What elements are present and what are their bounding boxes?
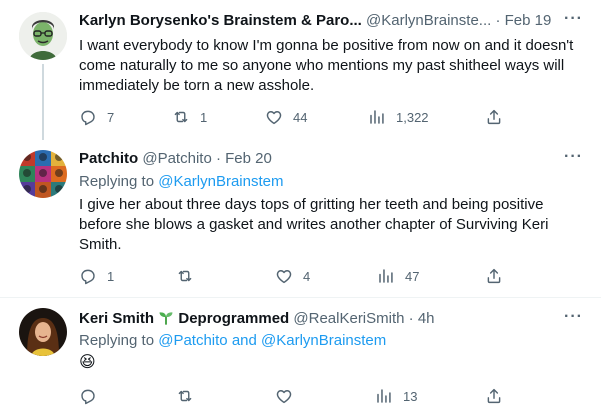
- more-options-button[interactable]: ···: [564, 308, 583, 326]
- retweet-count: 1: [200, 109, 208, 125]
- share-button[interactable]: [485, 386, 503, 406]
- more-options-button[interactable]: ···: [564, 148, 583, 166]
- replying-to-link[interactable]: @KarlynBrainstem: [158, 173, 283, 190]
- share-icon: [487, 268, 501, 284]
- more-options-button[interactable]: ···: [564, 10, 583, 28]
- tweet-header: Patchito @Patchito · Feb 20: [79, 149, 272, 169]
- views-icon: [379, 269, 393, 283]
- reply-button[interactable]: [79, 386, 107, 406]
- retweet-button[interactable]: [176, 266, 204, 286]
- like-icon: [276, 390, 292, 404]
- timestamp[interactable]: · Feb 20: [216, 150, 272, 167]
- avatar-patchito[interactable]: [19, 150, 67, 198]
- reply-icon: [81, 269, 95, 285]
- retweet-icon: [178, 270, 192, 282]
- timestamp[interactable]: · 4h: [409, 310, 435, 327]
- tweet-text: I want everybody to know I'm gonna be po…: [79, 37, 574, 94]
- tweet-actions: 13: [79, 386, 589, 406]
- display-name[interactable]: Patchito: [79, 150, 138, 167]
- avatar-keri[interactable]: [19, 308, 67, 356]
- views-count: 1,322: [396, 109, 429, 125]
- views-button[interactable]: 1,322: [368, 107, 429, 127]
- replying-to: Replying to @KarlynBrainstem: [79, 172, 284, 192]
- views-count: 47: [405, 268, 420, 284]
- share-button[interactable]: [485, 107, 503, 127]
- like-button[interactable]: 44: [265, 107, 307, 127]
- replying-to-link[interactable]: @Patchito and @KarlynBrainstem: [158, 332, 386, 349]
- retweet-button[interactable]: 1: [172, 107, 207, 127]
- reply-icon: [81, 389, 95, 405]
- replying-to: Replying to @Patchito and @KarlynBrainst…: [79, 331, 386, 351]
- like-button[interactable]: [275, 386, 303, 406]
- retweet-icon: [178, 390, 192, 402]
- views-button[interactable]: 47: [377, 266, 419, 286]
- views-icon: [370, 110, 384, 124]
- tweet-text: I give her about three days tops of grit…: [79, 196, 549, 253]
- tweet-header: Karlyn Borysenko's Brainstem & Paro... @…: [79, 11, 551, 31]
- reply-button[interactable]: 7: [79, 107, 114, 127]
- display-name[interactable]: Karlyn Borysenko's Brainstem & Paro...: [79, 12, 362, 29]
- display-name-first[interactable]: Keri Smith: [79, 310, 154, 327]
- tweet-text: 😆: [79, 354, 96, 371]
- timestamp[interactable]: · Feb 19: [495, 12, 551, 29]
- views-count: 13: [403, 388, 418, 404]
- sprout-icon: [159, 312, 173, 325]
- replying-prefix: Replying to: [79, 173, 159, 190]
- tweet-keri[interactable]: Keri Smith Deprogrammed @RealKeriSmith ·…: [0, 298, 601, 415]
- reply-button[interactable]: 1: [79, 266, 114, 286]
- display-name-second[interactable]: Deprogrammed: [178, 310, 289, 327]
- like-count: 44: [293, 109, 308, 125]
- avatar-karlyn[interactable]: [19, 12, 67, 60]
- reply-count: 1: [107, 268, 115, 284]
- user-handle[interactable]: @Patchito: [142, 150, 211, 167]
- tweet-actions: 7 1 44 1,322: [79, 107, 589, 127]
- replying-prefix: Replying to: [79, 332, 159, 349]
- like-count: 4: [303, 268, 311, 284]
- views-icon: [377, 389, 391, 403]
- retweet-icon: [174, 111, 188, 123]
- reply-count: 7: [107, 109, 115, 125]
- like-button[interactable]: 4: [275, 266, 310, 286]
- user-handle[interactable]: @RealKeriSmith: [293, 310, 404, 327]
- views-button[interactable]: 13: [375, 386, 417, 406]
- tweet-actions: 1 4 47: [79, 266, 589, 286]
- tweet-patchito[interactable]: Patchito @Patchito · Feb 20 ··· Replying…: [0, 140, 601, 296]
- like-icon: [276, 270, 292, 284]
- retweet-button[interactable]: [176, 386, 204, 406]
- tweet-karlyn[interactable]: Karlyn Borysenko's Brainstem & Paro... @…: [0, 0, 601, 140]
- tweet-header: Keri Smith Deprogrammed @RealKeriSmith ·…: [79, 309, 435, 329]
- thread-line: [42, 64, 44, 140]
- share-button[interactable]: [485, 266, 503, 286]
- share-icon: [487, 109, 501, 125]
- like-icon: [266, 111, 282, 125]
- reply-icon: [81, 110, 95, 126]
- share-icon: [487, 388, 501, 404]
- user-handle[interactable]: @KarlynBrainste...: [366, 12, 491, 29]
